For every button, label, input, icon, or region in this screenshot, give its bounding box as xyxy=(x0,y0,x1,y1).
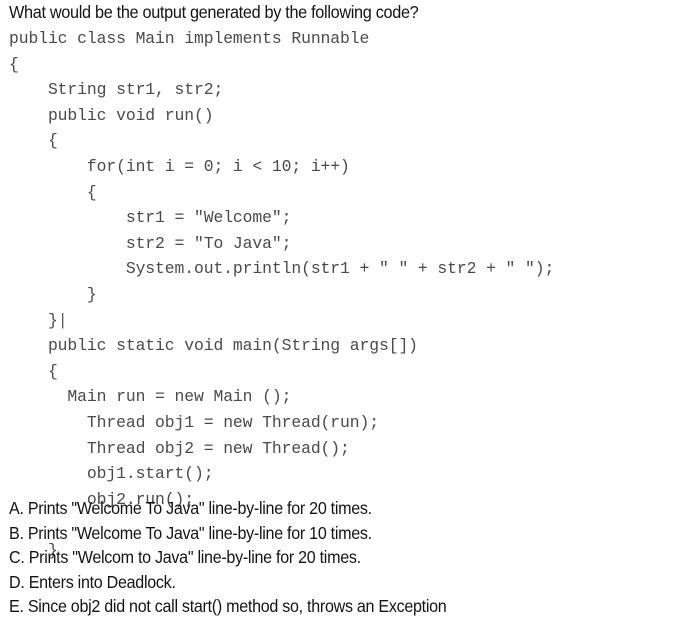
code-line-text: } xyxy=(9,310,58,330)
code-line: System.out.println(str1 + " " + str2 + "… xyxy=(9,259,555,279)
code-line: Thread obj1 = new Thread(run); xyxy=(9,412,379,432)
code-block: public class Main implements Runnable { … xyxy=(9,26,681,563)
code-line: public void run() xyxy=(9,105,214,125)
code-line: } xyxy=(9,284,97,304)
code-line: { xyxy=(9,54,19,74)
text-caret: | xyxy=(57,310,68,330)
question-page: What would be the output generated by th… xyxy=(0,0,688,628)
question-prompt: What would be the output generated by th… xyxy=(9,2,419,22)
answer-option-b[interactable]: B. Prints "Welcome To Java" line-by-line… xyxy=(9,521,634,546)
code-line: { xyxy=(9,182,97,202)
code-line: { xyxy=(9,131,58,151)
code-line: obj1.start(); xyxy=(9,464,214,484)
answer-option-e[interactable]: E. Since obj2 did not call start() metho… xyxy=(9,594,634,619)
answer-options-list: A. Prints "Welcome To Java" line-by-line… xyxy=(9,496,681,619)
answer-option-a[interactable]: A. Prints "Welcome To Java" line-by-line… xyxy=(9,496,634,521)
code-line: public static void main(String args[]) xyxy=(9,336,418,356)
code-line: String str1, str2; xyxy=(9,80,224,100)
code-line: str2 = "To Java"; xyxy=(9,233,292,253)
code-line: Thread obj2 = new Thread(); xyxy=(9,438,350,458)
code-line: public class Main implements Runnable xyxy=(9,29,370,48)
code-line: Main run = new Main (); xyxy=(9,387,292,407)
code-line: for(int i = 0; i < 10; i++) xyxy=(9,156,350,176)
code-line: str1 = "Welcome"; xyxy=(9,208,292,228)
code-line: { xyxy=(9,361,58,381)
answer-option-c[interactable]: C. Prints "Welcom to Java" line-by-line … xyxy=(9,545,634,570)
code-line-with-caret: }| xyxy=(9,308,681,334)
answer-option-d[interactable]: D. Enters into Deadlock. xyxy=(9,570,634,595)
